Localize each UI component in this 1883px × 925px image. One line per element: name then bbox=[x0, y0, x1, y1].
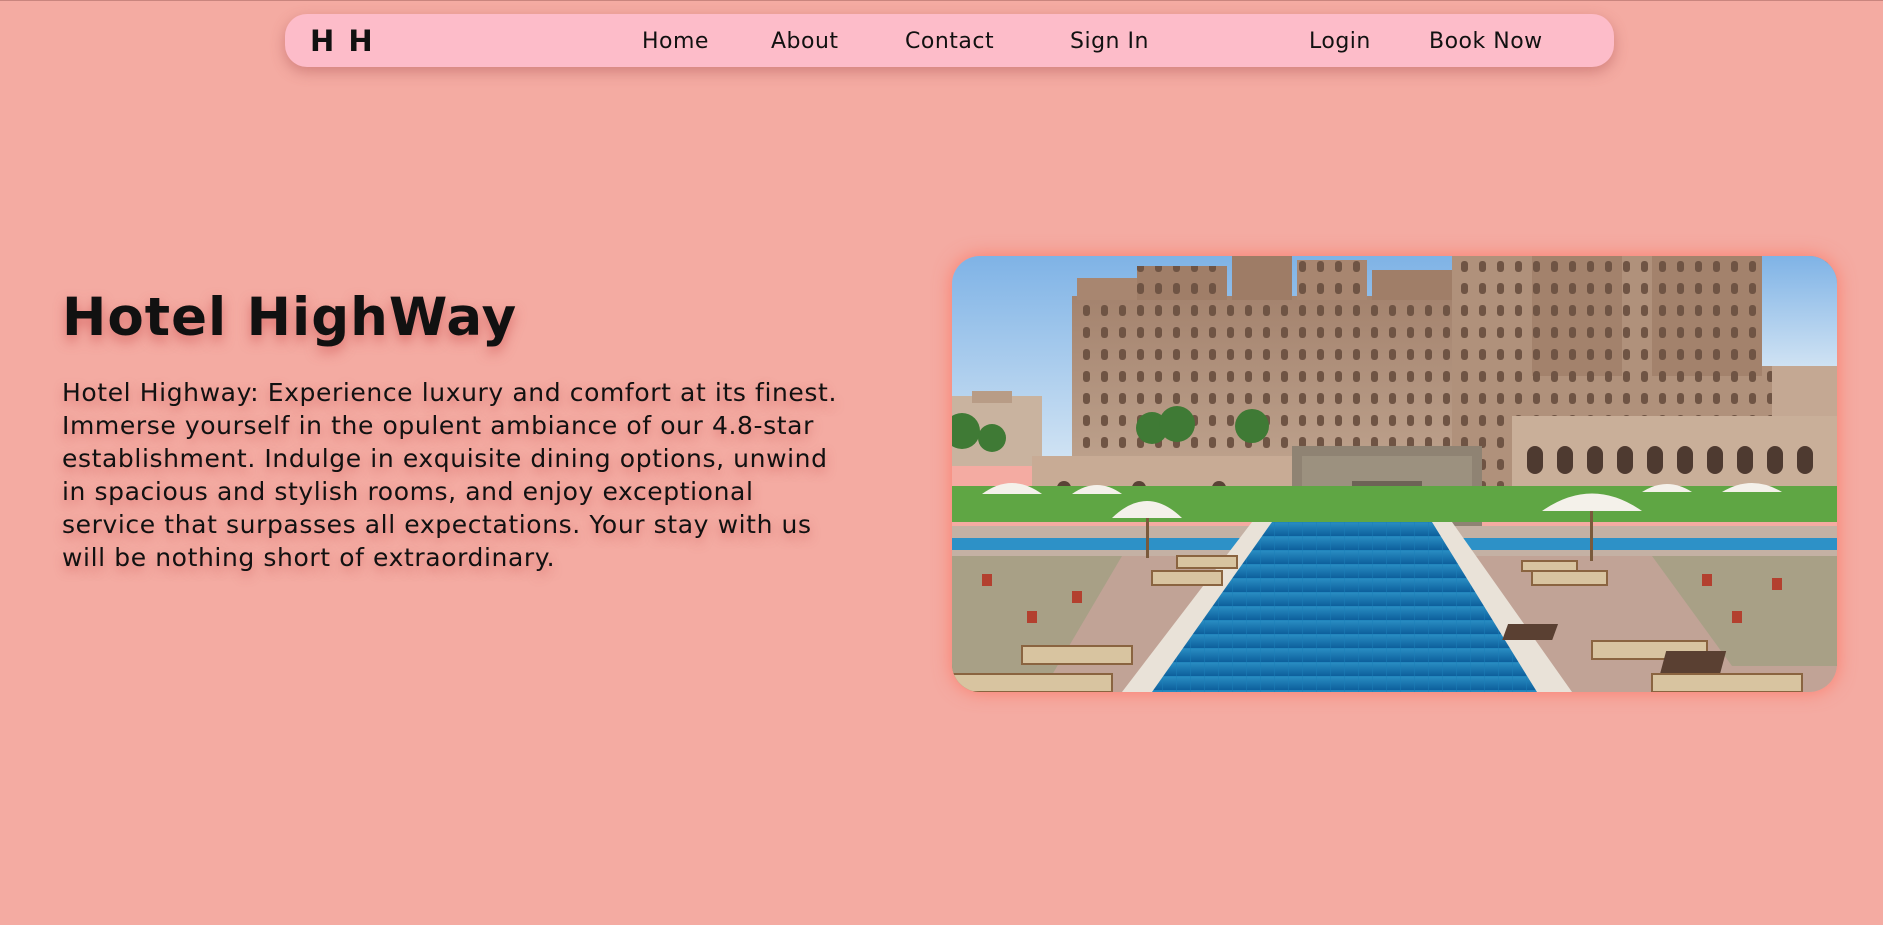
login-link[interactable]: Login bbox=[1309, 29, 1371, 55]
nav-link-home[interactable]: Home bbox=[642, 29, 709, 55]
top-border bbox=[0, 0, 1883, 1]
navbar: H H Home About Contact Sign In Login Boo… bbox=[285, 14, 1614, 67]
nav-link-contact[interactable]: Contact bbox=[905, 29, 994, 55]
hero-title: Hotel HighWay bbox=[62, 287, 518, 348]
hero-description: Hotel Highway: Experience luxury and com… bbox=[62, 378, 837, 572]
nav-link-sign-in[interactable]: Sign In bbox=[1070, 29, 1149, 55]
site-logo[interactable]: H H bbox=[310, 24, 375, 58]
hotel-photo bbox=[952, 256, 1837, 692]
nav-link-about[interactable]: About bbox=[771, 29, 839, 55]
book-now-link[interactable]: Book Now bbox=[1429, 29, 1543, 55]
